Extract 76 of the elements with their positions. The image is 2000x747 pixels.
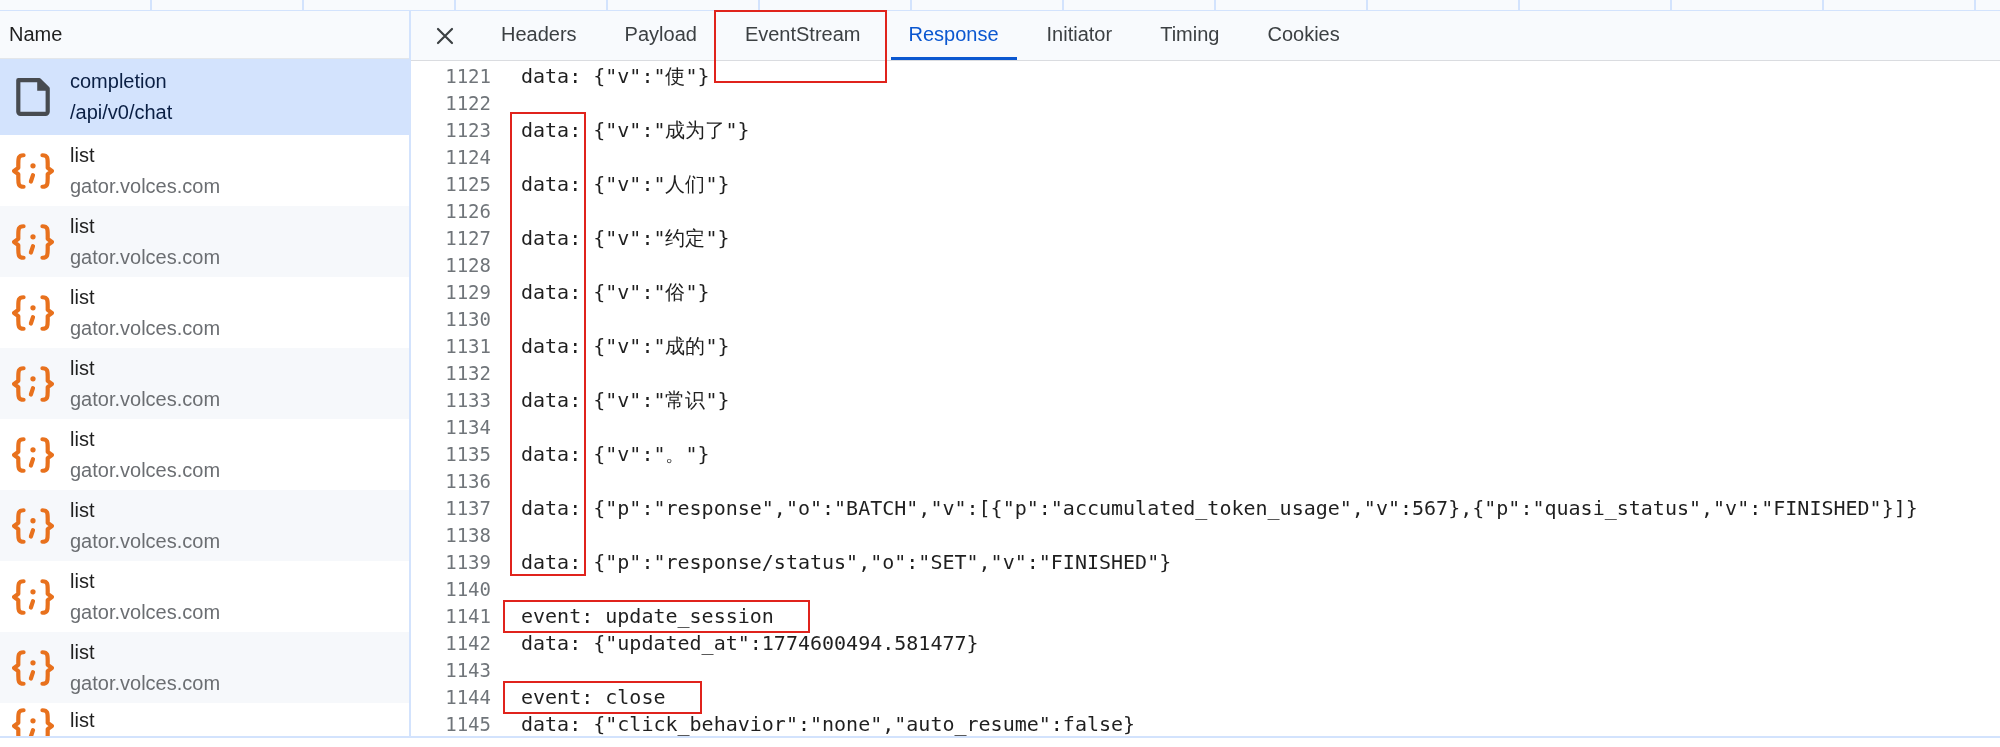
- line-number: 1136: [444, 469, 491, 494]
- request-url: gator.volces.com: [70, 670, 221, 696]
- request-name: list: [70, 355, 96, 381]
- line-number: 1127: [444, 226, 491, 251]
- code-line: data: {"v":"。"}: [521, 441, 710, 468]
- line-number: 1123: [444, 118, 491, 143]
- request-name: list: [70, 568, 96, 594]
- request-url: gator.volces.com: [70, 599, 221, 625]
- request-url: gator.volces.com: [70, 457, 221, 483]
- line-number: 1121: [444, 64, 491, 89]
- code-line: data: {"click_behavior":"none","auto_resume":false}: [521, 711, 1136, 736]
- tab[interactable]: EventStream: [726, 11, 879, 60]
- tab[interactable]: Cookies: [1249, 11, 1358, 60]
- column-header: Name: [0, 11, 409, 59]
- tab[interactable]: Initiator: [1028, 11, 1131, 60]
- request-name: list: [70, 426, 96, 452]
- request-name: list: [70, 142, 96, 168]
- code-line: data: {"v":"成为了"}: [521, 117, 750, 144]
- line-number: 1143: [444, 658, 491, 683]
- request-url: gator.volces.com: [70, 173, 221, 199]
- tab[interactable]: Payload: [606, 11, 715, 60]
- request-row[interactable]: list gator.volces.com: [0, 561, 409, 632]
- line-number: 1128: [444, 253, 491, 278]
- request-name: list: [70, 639, 96, 665]
- request-row[interactable]: list: [0, 703, 409, 736]
- request-name: list: [70, 708, 95, 733]
- request-name: list: [70, 284, 96, 310]
- tab[interactable]: Timing: [1142, 11, 1238, 60]
- code-line: data: {"v":"约定"}: [521, 225, 730, 252]
- line-number: 1138: [444, 523, 491, 548]
- request-row[interactable]: list gator.volces.com: [0, 206, 409, 277]
- code-line: data: {"v":"成的"}: [521, 333, 730, 360]
- code-braces-icon: [12, 705, 54, 736]
- line-number: 1122: [444, 91, 491, 116]
- line-number: 1144: [444, 685, 491, 710]
- line-number: 1125: [444, 172, 491, 197]
- request-name: completion: [70, 69, 168, 94]
- line-number: 1133: [444, 388, 491, 413]
- close-icon[interactable]: [435, 25, 455, 46]
- request-url: gator.volces.com: [70, 528, 221, 554]
- request-url: gator.volces.com: [70, 244, 221, 270]
- line-number: 1130: [444, 307, 491, 332]
- line-number: 1131: [444, 334, 491, 359]
- line-number: 1135: [444, 442, 491, 467]
- request-row[interactable]: list gator.volces.com: [0, 135, 409, 206]
- line-number: 1141: [444, 604, 491, 629]
- line-number: 1126: [444, 199, 491, 224]
- code-line: data: {"v":"使"}: [521, 63, 710, 90]
- request-url: gator.volces.com: [70, 386, 221, 412]
- request-row[interactable]: list gator.volces.com: [0, 277, 409, 348]
- request-url: gator.volces.com: [70, 315, 221, 341]
- request-row[interactable]: list gator.volces.com: [0, 632, 409, 703]
- code-line: data: {"p":"response/status","o":"SET","v":"FINISHED"}: [521, 549, 1172, 576]
- line-number: 1142: [444, 631, 491, 656]
- line-number: 1132: [444, 361, 491, 386]
- request-row[interactable]: list gator.volces.com: [0, 419, 409, 490]
- code-line: data: {"v":"俗"}: [521, 279, 710, 306]
- request-row[interactable]: completion /api/v0/chat: [0, 59, 409, 135]
- tab[interactable]: Response: [890, 11, 1017, 60]
- line-number: 1137: [444, 496, 491, 521]
- code-line: data: {"v":"常识"}: [521, 387, 730, 414]
- line-number: 1140: [444, 577, 491, 602]
- line-number: 1145: [444, 712, 491, 736]
- request-url: /api/v0/chat: [70, 100, 173, 125]
- line-number: 1124: [444, 145, 491, 170]
- line-number: 1139: [444, 550, 491, 575]
- code-line: data: {"p":"response","o":"BATCH","v":[{"p":"accumulated_token_usage","v":567},{"p":"quasi_status","v":"FINISHED"}]}: [521, 495, 1918, 522]
- request-name: list: [70, 213, 96, 239]
- request-row[interactable]: list gator.volces.com: [0, 348, 409, 419]
- code-line: data: {"updated_at":1774600494.581477}: [521, 630, 979, 657]
- code-line: data: {"v":"人们"}: [521, 171, 730, 198]
- request-row[interactable]: list gator.volces.com: [0, 490, 409, 561]
- request-name: list: [70, 497, 96, 523]
- line-number: 1134: [444, 415, 491, 440]
- line-number: 1129: [444, 280, 491, 305]
- tab[interactable]: Headers: [483, 11, 595, 60]
